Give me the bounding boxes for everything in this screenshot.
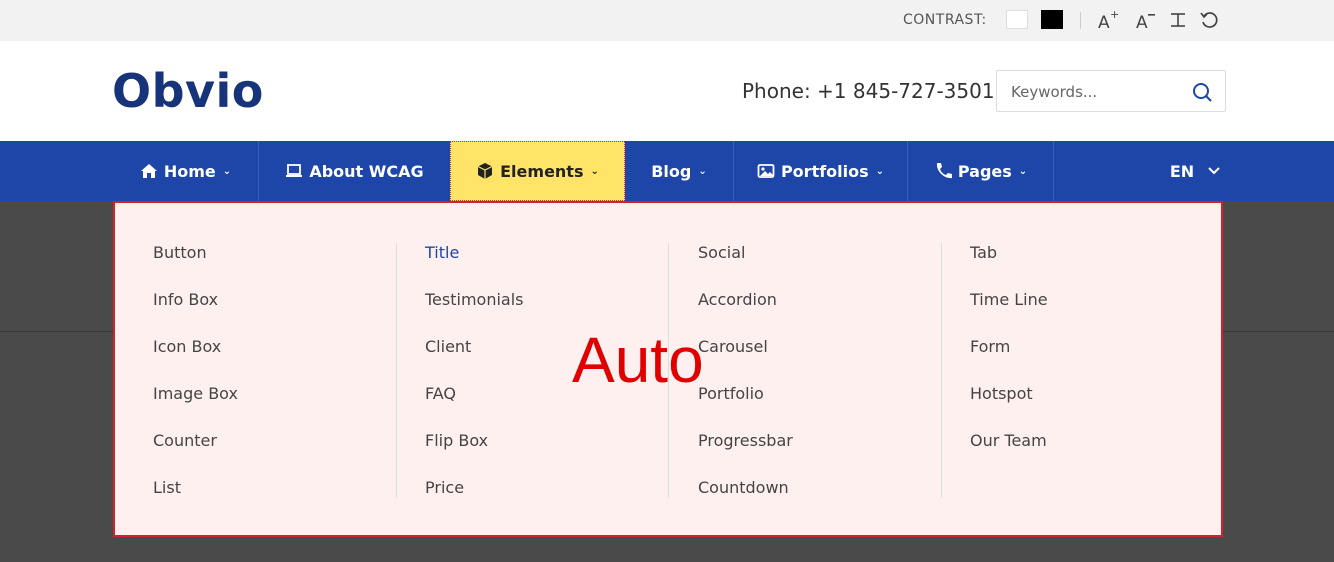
column-divider bbox=[396, 243, 397, 498]
chevron-down-icon: ⌄ bbox=[875, 165, 885, 177]
chevron-down-icon: ⌄ bbox=[698, 165, 707, 177]
menu-link-client[interactable]: Client bbox=[425, 337, 524, 384]
menu-link-list[interactable]: List bbox=[153, 478, 238, 525]
menu-link-countdown[interactable]: Countdown bbox=[698, 478, 793, 525]
contrast-black-swatch[interactable] bbox=[1041, 10, 1063, 29]
svg-text:A: A bbox=[1098, 13, 1110, 31]
mega-menu-column-2: Title Testimonials Client FAQ Flip Box P… bbox=[425, 243, 524, 525]
nav-item-portfolios[interactable]: Portfolios ⌄ bbox=[734, 141, 907, 201]
nav-label-blog: Blog bbox=[651, 161, 692, 181]
menu-link-our-team[interactable]: Our Team bbox=[970, 431, 1048, 478]
menu-link-info-box[interactable]: Info Box bbox=[153, 290, 238, 337]
site-logo[interactable]: Obvio bbox=[112, 63, 264, 119]
mega-menu-column-3: Social Accordion Carousel Portfolio Prog… bbox=[698, 243, 793, 525]
image-icon bbox=[757, 164, 775, 178]
chevron-down-icon: ⌄ bbox=[222, 165, 232, 177]
svg-text:+: + bbox=[1110, 9, 1119, 21]
mega-menu-column-4: Tab Time Line Form Hotspot Our Team bbox=[970, 243, 1048, 478]
nav-label-home: Home bbox=[163, 161, 216, 181]
menu-link-tab[interactable]: Tab bbox=[970, 243, 1048, 290]
search-input[interactable] bbox=[1011, 81, 1181, 103]
menu-link-testimonials[interactable]: Testimonials bbox=[425, 290, 524, 337]
nav-item-home[interactable]: Home ⌄ bbox=[113, 141, 258, 201]
nav-label-elements: Elements bbox=[500, 161, 584, 181]
nav-separator bbox=[1053, 141, 1054, 201]
nav-label-about-wcag: About WCAG bbox=[309, 161, 424, 181]
menu-link-price[interactable]: Price bbox=[425, 478, 524, 525]
box-icon bbox=[477, 163, 493, 179]
column-divider bbox=[941, 243, 942, 498]
menu-link-faq[interactable]: FAQ bbox=[425, 384, 524, 431]
menu-link-portfolio[interactable]: Portfolio bbox=[698, 384, 793, 431]
svg-text:A: A bbox=[1136, 13, 1148, 31]
search-box bbox=[996, 70, 1226, 112]
menu-link-flip-box[interactable]: Flip Box bbox=[425, 431, 524, 478]
nav-label-portfolios: Portfolios bbox=[780, 161, 869, 181]
nav-label-pages: Pages bbox=[957, 161, 1012, 181]
menu-link-icon-box[interactable]: Icon Box bbox=[153, 337, 238, 384]
chevron-down-icon: ⌄ bbox=[590, 165, 599, 177]
phone-icon bbox=[936, 163, 952, 179]
phone-number: Phone: +1 845-727-3501 bbox=[742, 79, 995, 103]
menu-link-carousel[interactable]: Carousel bbox=[698, 337, 793, 384]
menu-link-time-line[interactable]: Time Line bbox=[970, 290, 1048, 337]
search-icon[interactable] bbox=[1191, 81, 1213, 103]
main-nav: Home ⌄ About WCAG Elements ⌄ Blog ⌄ Port… bbox=[0, 141, 1334, 201]
menu-link-accordion[interactable]: Accordion bbox=[698, 290, 793, 337]
menu-link-hotspot[interactable]: Hotspot bbox=[970, 384, 1048, 431]
menu-link-image-box[interactable]: Image Box bbox=[153, 384, 238, 431]
menu-link-progressbar[interactable]: Progressbar bbox=[698, 431, 793, 478]
laptop-icon bbox=[286, 164, 303, 177]
contrast-label: CONTRAST: bbox=[903, 12, 987, 28]
nav-item-about-wcag[interactable]: About WCAG bbox=[259, 141, 450, 201]
home-icon bbox=[140, 164, 157, 178]
mega-menu-column-1: Button Info Box Icon Box Image Box Count… bbox=[153, 243, 238, 525]
text-spacing-icon[interactable] bbox=[1168, 8, 1188, 32]
menu-link-button[interactable]: Button bbox=[153, 243, 238, 290]
nav-item-pages[interactable]: Pages ⌄ bbox=[908, 141, 1053, 201]
menu-link-form[interactable]: Form bbox=[970, 337, 1048, 384]
chevron-down-icon: ⌄ bbox=[1018, 165, 1028, 177]
nav-item-blog[interactable]: Blog ⌄ bbox=[625, 141, 733, 201]
reset-icon[interactable] bbox=[1199, 8, 1219, 32]
site-header: Obvio Phone: +1 845-727-3501 bbox=[0, 41, 1334, 141]
font-increase-icon[interactable]: A + bbox=[1097, 8, 1119, 32]
language-selector[interactable]: EN bbox=[1160, 141, 1230, 201]
nav-item-elements[interactable]: Elements ⌄ bbox=[450, 141, 625, 201]
column-divider bbox=[668, 243, 669, 498]
accessibility-bar: CONTRAST: A + A bbox=[0, 0, 1334, 41]
menu-link-counter[interactable]: Counter bbox=[153, 431, 238, 478]
menu-link-title[interactable]: Title bbox=[425, 243, 524, 290]
language-label: EN bbox=[1169, 161, 1195, 181]
contrast-white-swatch[interactable] bbox=[1006, 10, 1028, 29]
chevron-down-icon bbox=[1208, 167, 1220, 175]
menu-link-social[interactable]: Social bbox=[698, 243, 793, 290]
font-decrease-icon[interactable]: A bbox=[1135, 8, 1157, 32]
topbar-divider bbox=[1080, 12, 1081, 29]
elements-mega-menu: Button Info Box Icon Box Image Box Count… bbox=[113, 201, 1223, 537]
